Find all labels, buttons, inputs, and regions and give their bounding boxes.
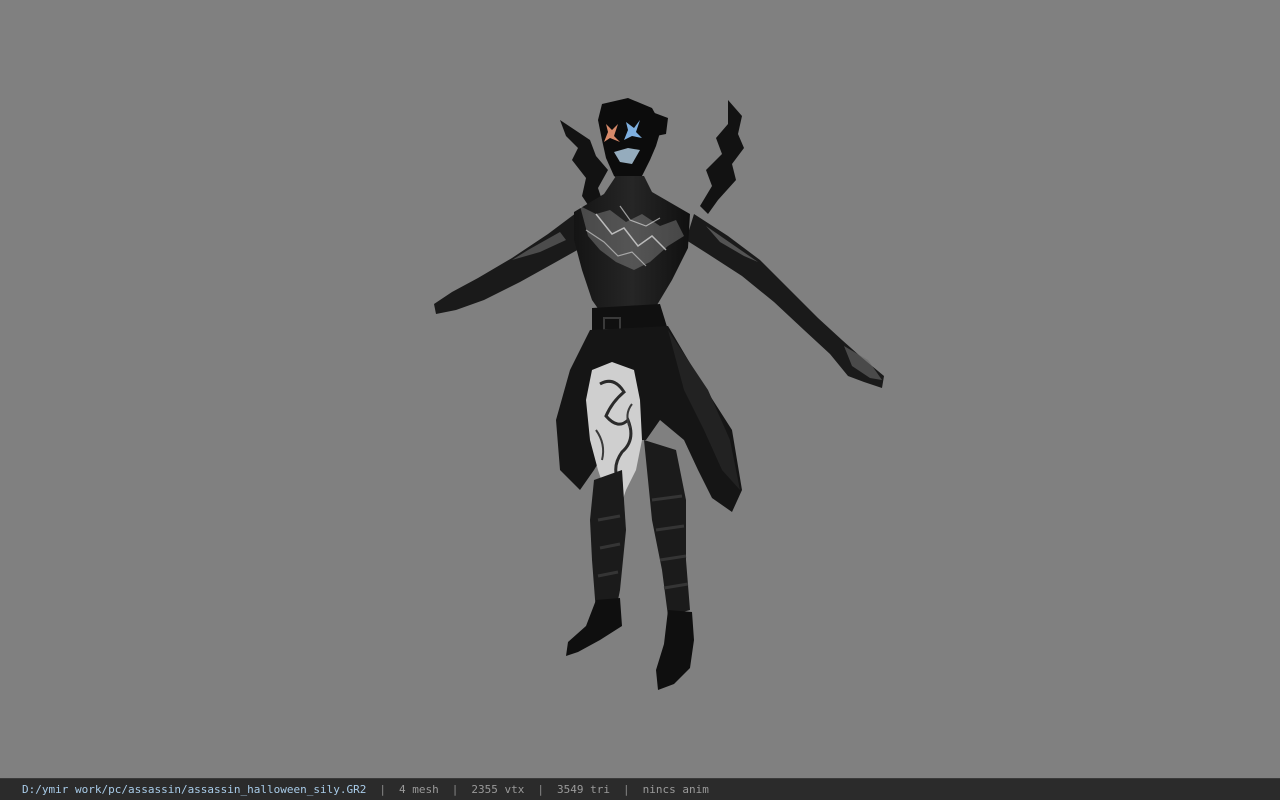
separator: | <box>537 783 544 796</box>
mesh-count: 4 mesh <box>399 783 439 796</box>
triangle-count: 3549 tri <box>556 783 610 796</box>
separator: | <box>451 783 459 796</box>
file-path: D:/ymir work/pc/assassin/assassin_hallow… <box>22 783 367 796</box>
vertex-count: 2355 vtx <box>471 783 525 796</box>
animation-status: nincs anim <box>642 783 709 796</box>
character-model-icon[interactable] <box>0 0 1280 778</box>
status-bar: D:/ymir work/pc/assassin/assassin_hallow… <box>0 778 1280 800</box>
separator: | <box>379 783 386 796</box>
3d-viewport[interactable] <box>0 0 1280 778</box>
separator: | <box>622 783 630 796</box>
